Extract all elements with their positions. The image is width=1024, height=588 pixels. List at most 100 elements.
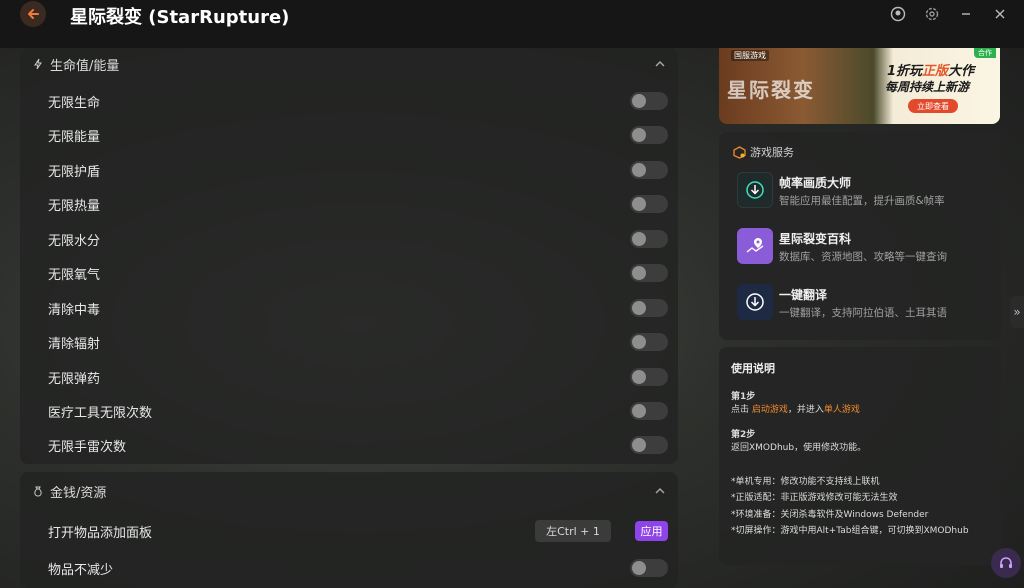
option-row: 打开物品添加面板 左Ctrl + 1 应用 — [20, 514, 678, 548]
toggle-switch[interactable] — [630, 333, 668, 351]
section-header[interactable]: 生命值/能量 — [20, 48, 678, 80]
option-label: 物品不减少 — [48, 562, 114, 578]
option-row: 清除中毒 — [20, 291, 678, 325]
toggle-switch[interactable] — [630, 92, 668, 110]
user-icon — [890, 6, 906, 22]
option-row: 无限热量 — [20, 187, 678, 221]
instructions-title: 使用说明 — [731, 362, 775, 375]
option-row: 清除辐射 — [20, 325, 678, 359]
apply-button[interactable]: 应用 — [635, 521, 668, 541]
service-item-translate[interactable]: 一键翻译 一键翻译，支持阿拉伯语、土耳其语 — [737, 284, 997, 324]
banner-tag: 合作 — [974, 48, 996, 58]
option-label: 清除中毒 — [48, 302, 101, 318]
option-label: 无限氧气 — [48, 267, 101, 283]
section-header[interactable]: 金钱/资源 — [20, 472, 678, 510]
option-row: 医疗工具无限次数 — [20, 394, 678, 428]
hotkey-field[interactable]: 左Ctrl + 1 — [535, 520, 611, 542]
option-row: 无限弹药 — [20, 360, 678, 394]
option-label: 无限热量 — [48, 198, 101, 214]
step-text: 返回XMODhub，使用修改功能。 — [731, 443, 867, 453]
option-row: 无限氧气 — [20, 256, 678, 290]
option-label: 打开物品添加面板 — [48, 525, 153, 541]
lightning-icon — [32, 57, 46, 71]
banner-cta-button[interactable]: 立即查看 — [908, 99, 958, 113]
download-icon — [737, 172, 773, 208]
close-button[interactable] — [990, 4, 1010, 24]
option-row: 无限护盾 — [20, 153, 678, 187]
step-text: 点击 启动游戏，并进入单人游戏 — [731, 405, 860, 415]
usage-instructions-card: 使用说明 第1步 点击 启动游戏，并进入单人游戏 第2步 返回XMODhub，使… — [719, 347, 1001, 565]
option-row: 无限手雷次数 — [20, 428, 678, 462]
banner-game-title: 星际裂变 — [727, 78, 815, 102]
toggle-switch[interactable] — [630, 230, 668, 248]
toggle-switch[interactable] — [630, 195, 668, 213]
option-label: 无限弹药 — [48, 371, 101, 387]
minimize-button[interactable] — [956, 4, 976, 24]
note-text: *切屏操作：游戏中用Alt+Tab组合键，可切换到XMODhub — [731, 526, 969, 536]
toggle-switch[interactable] — [630, 161, 668, 179]
gear-icon — [925, 7, 939, 21]
note-text: *环境准备：关闭杀毒软件及Windows Defender — [731, 510, 929, 520]
toggle-switch[interactable] — [630, 299, 668, 317]
option-label: 无限水分 — [48, 233, 101, 249]
service-desc: 智能应用最佳配置，提升画质&帧率 — [779, 195, 945, 207]
settings-button[interactable] — [922, 4, 942, 24]
service-name: 星际裂变百科 — [779, 232, 852, 246]
headset-icon — [1000, 557, 1012, 568]
money-bag-icon — [32, 484, 46, 498]
toggle-switch[interactable] — [630, 402, 668, 420]
cube-icon — [733, 145, 746, 159]
toggle-switch[interactable] — [630, 436, 668, 454]
section-money-resources: 金钱/资源 打开物品添加面板 左Ctrl + 1 应用 物品不减少 — [20, 472, 678, 588]
back-button[interactable] — [20, 1, 46, 27]
account-button[interactable] — [888, 4, 908, 24]
expand-panel-button[interactable]: » — [1010, 296, 1024, 328]
toggle-switch[interactable] — [630, 264, 668, 282]
step-title: 第1步 — [731, 392, 756, 402]
chevron-right-icon: » — [1013, 305, 1021, 319]
minimize-icon — [962, 13, 970, 15]
note-text: *正版适配：非正版游戏修改可能无法生效 — [731, 493, 898, 503]
option-label: 清除辐射 — [48, 336, 101, 352]
service-name: 一键翻译 — [779, 288, 828, 302]
download-icon — [737, 284, 773, 320]
banner-tag: 国服游戏 — [731, 50, 769, 61]
support-button[interactable] — [991, 548, 1021, 578]
service-name: 帧率画质大师 — [779, 176, 852, 190]
service-desc: 数据库、资源地图、攻略等一键查询 — [779, 251, 947, 263]
game-services-card: 游戏服务 帧率画质大师 智能应用最佳配置，提升画质&帧率 星际裂变百科 数据库、… — [719, 132, 1001, 340]
service-item-wiki[interactable]: 星际裂变百科 数据库、资源地图、攻略等一键查询 — [737, 228, 997, 268]
launch-game-link[interactable]: 启动游戏 — [752, 405, 788, 415]
single-player-link[interactable]: 单人游戏 — [824, 405, 860, 415]
option-row: 无限生命 — [20, 84, 678, 118]
banner-subheadline: 每周持续上新游 — [885, 80, 970, 94]
title-bar: 星际裂变 (StarRupture) — [0, 0, 1024, 48]
services-title: 游戏服务 — [733, 144, 794, 160]
section-title: 生命值/能量 — [50, 58, 120, 74]
close-icon — [995, 9, 1005, 19]
promo-banner[interactable]: 国服游戏 合作 星际裂变 1折玩正版大作 每周持续上新游 立即查看 — [719, 48, 1000, 124]
option-row: 无限水分 — [20, 222, 678, 256]
page-title: 星际裂变 (StarRupture) — [70, 7, 290, 28]
option-row: 无限能量 — [20, 118, 678, 152]
service-desc: 一键翻译，支持阿拉伯语、土耳其语 — [779, 307, 947, 319]
option-label: 医疗工具无限次数 — [48, 405, 153, 421]
section-health-energy: 生命值/能量 无限生命 无限能量 无限护盾 无限热量 无限水分 无限氧气 清除中… — [20, 48, 678, 464]
option-row: 物品不减少 — [20, 551, 678, 585]
option-label: 无限生命 — [48, 95, 101, 111]
service-item-frame-master[interactable]: 帧率画质大师 智能应用最佳配置，提升画质&帧率 — [737, 172, 997, 212]
section-title: 金钱/资源 — [50, 485, 107, 501]
note-text: *单机专用：修改功能不支持线上联机 — [731, 477, 880, 487]
window-controls — [888, 4, 1010, 24]
step-title: 第2步 — [731, 430, 756, 440]
chevron-up-icon[interactable] — [654, 485, 666, 501]
toggle-switch[interactable] — [630, 126, 668, 144]
option-label: 无限护盾 — [48, 164, 101, 180]
banner-headline: 1折玩正版大作 — [887, 64, 975, 79]
chevron-up-icon[interactable] — [654, 58, 666, 74]
toggle-switch[interactable] — [630, 559, 668, 577]
toggle-switch[interactable] — [630, 368, 668, 386]
back-arrow-icon — [28, 9, 39, 19]
option-label: 无限手雷次数 — [48, 439, 127, 455]
map-pin-icon — [737, 228, 773, 264]
